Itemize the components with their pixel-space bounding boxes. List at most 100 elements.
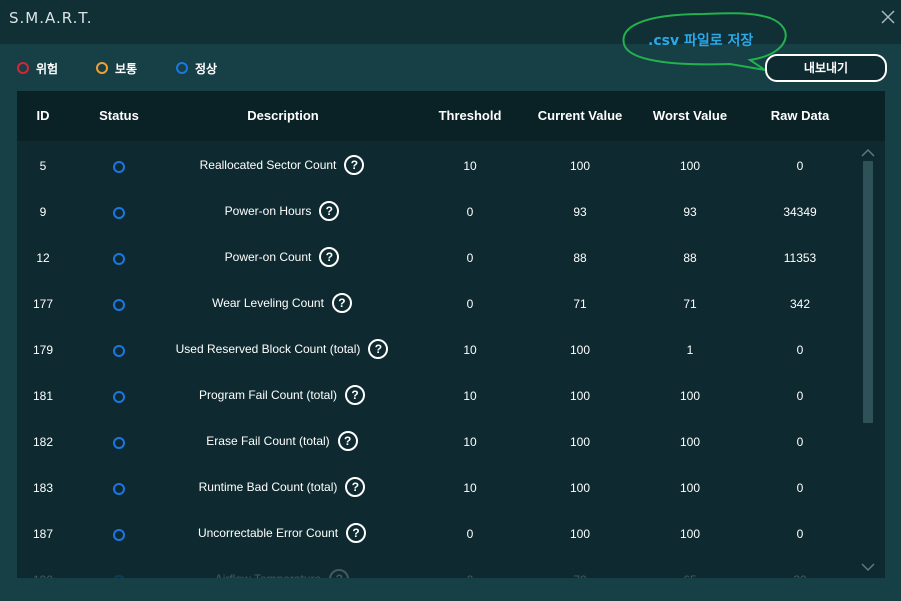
cell-worst-value: 88 bbox=[683, 251, 697, 265]
status-normal-icon bbox=[113, 437, 125, 449]
help-icon[interactable]: ? bbox=[337, 431, 358, 451]
cell-worst-value: 100 bbox=[679, 389, 701, 403]
cell-description: Erase Fail Count (total)? bbox=[157, 431, 407, 451]
cell-description: Reallocated Sector Count? bbox=[157, 155, 407, 175]
status-normal-icon bbox=[113, 483, 125, 495]
cell-raw-data: 0 bbox=[796, 527, 804, 541]
table-row[interactable]: 187 Uncorrectable Error Count? 0 100 100 0 bbox=[17, 513, 867, 559]
legend-label: 보통 bbox=[115, 61, 138, 76]
description-text: Power-on Hours bbox=[224, 204, 312, 218]
col-current-value: Current Value bbox=[537, 108, 623, 123]
cell-threshold: 0 bbox=[420, 573, 520, 578]
cell-threshold: 10 bbox=[463, 343, 477, 357]
status-normal-icon bbox=[113, 161, 125, 173]
description-text: Program Fail Count (total) bbox=[198, 388, 338, 402]
cell-description: Program Fail Count (total)? bbox=[157, 385, 407, 405]
table-row[interactable]: 183 Runtime Bad Count (total)? 10 100 100 0 bbox=[17, 467, 867, 513]
table-row[interactable]: 182 Erase Fail Count (total)? 10 100 100 0 bbox=[17, 421, 867, 467]
table-row[interactable]: 179 Used Reserved Block Count (total)? 10 1… bbox=[17, 329, 867, 375]
cell-worst-value: 1 bbox=[686, 343, 694, 357]
cell-id: 12 bbox=[36, 251, 50, 265]
cell-threshold: 0 bbox=[466, 251, 474, 265]
table-row[interactable]: 12 Power-on Count? 0 88 88 11353 bbox=[17, 237, 867, 283]
cell-description: Uncorrectable Error Count? bbox=[157, 523, 407, 543]
cell-id: 187 bbox=[32, 527, 54, 541]
table-row[interactable]: 177 Wear Leveling Count? 0 71 71 342 bbox=[17, 283, 867, 329]
table-row[interactable]: 181 Program Fail Count (total)? 10 100 100 0 bbox=[17, 375, 867, 421]
title-bar: S.M.A.R.T. bbox=[0, 0, 901, 44]
cell-description: Airflow Temperature? bbox=[157, 569, 407, 578]
scrollbar-thumb[interactable] bbox=[863, 161, 873, 423]
status-normal-icon bbox=[113, 391, 125, 403]
cell-worst-value: 100 bbox=[679, 159, 701, 173]
help-icon[interactable]: ? bbox=[345, 385, 366, 405]
cell-current-value: 71 bbox=[573, 297, 587, 311]
help-icon[interactable]: ? bbox=[368, 339, 389, 359]
description-text: Wear Leveling Count bbox=[212, 296, 324, 310]
legend-danger: 위험 bbox=[17, 58, 58, 78]
cell-id: 183 bbox=[32, 481, 54, 495]
cell-description: Wear Leveling Count? bbox=[157, 293, 407, 313]
description-text: Erase Fail Count (total) bbox=[206, 434, 330, 448]
cell-current-value: 100 bbox=[569, 527, 591, 541]
danger-dot-icon bbox=[17, 62, 29, 74]
cell-worst-value: 100 bbox=[679, 435, 701, 449]
cell-threshold: 10 bbox=[463, 159, 477, 173]
legend-normal: 보통 bbox=[96, 58, 137, 78]
status-normal-icon bbox=[113, 575, 125, 578]
description-text: Airflow Temperature bbox=[215, 572, 322, 578]
cell-threshold: 0 bbox=[466, 297, 474, 311]
cell-raw-data: 342 bbox=[789, 297, 811, 311]
scroll-up-icon[interactable] bbox=[861, 148, 875, 158]
cell-raw-data: 0 bbox=[796, 389, 804, 403]
help-icon[interactable]: ? bbox=[331, 293, 352, 313]
help-icon[interactable]: ? bbox=[319, 247, 340, 267]
cell-current-value: 88 bbox=[573, 251, 587, 265]
cell-threshold: 10 bbox=[463, 435, 477, 449]
cell-current-value: 93 bbox=[573, 205, 587, 219]
legend-label: 정상 bbox=[195, 61, 218, 76]
cell-id: 190 bbox=[17, 573, 69, 578]
caution-dot-icon bbox=[96, 62, 108, 74]
help-icon[interactable]: ? bbox=[345, 477, 366, 497]
status-normal-icon bbox=[113, 529, 125, 541]
col-status: Status bbox=[99, 108, 139, 123]
col-worst-value: Worst Value bbox=[652, 108, 728, 123]
table-row[interactable]: 190 Airflow Temperature? 0 70 65 30 bbox=[17, 559, 867, 578]
cell-raw-data: 0 bbox=[796, 159, 804, 173]
table-row[interactable]: 9 Power-on Hours? 0 93 93 34349 bbox=[17, 191, 867, 237]
cell-current-value: 100 bbox=[569, 159, 591, 173]
cell-worst-value: 100 bbox=[679, 527, 701, 541]
cell-threshold: 10 bbox=[463, 481, 477, 495]
cell-current-value: 100 bbox=[569, 481, 591, 495]
scroll-down-icon[interactable] bbox=[861, 562, 875, 572]
cell-threshold: 10 bbox=[463, 389, 477, 403]
cell-worst-value: 65 bbox=[640, 573, 740, 578]
help-icon[interactable]: ? bbox=[346, 523, 367, 543]
col-description: Description bbox=[247, 108, 319, 123]
table-row[interactable]: 5 Reallocated Sector Count? 10 100 100 0 bbox=[17, 145, 867, 191]
cell-worst-value: 93 bbox=[683, 205, 697, 219]
export-button[interactable]: 내보내기 bbox=[765, 54, 887, 82]
cell-threshold: 0 bbox=[466, 205, 474, 219]
help-icon[interactable]: ? bbox=[329, 569, 350, 578]
cell-raw-data: 34349 bbox=[783, 205, 817, 219]
help-icon[interactable]: ? bbox=[344, 155, 365, 175]
help-icon[interactable]: ? bbox=[319, 201, 340, 221]
cell-id: 9 bbox=[39, 205, 47, 219]
cell-description: Power-on Count? bbox=[157, 247, 407, 267]
description-text: Runtime Bad Count (total) bbox=[198, 480, 338, 494]
close-icon[interactable] bbox=[879, 8, 901, 30]
legend-label: 위험 bbox=[36, 61, 59, 76]
window-title: S.M.A.R.T. bbox=[9, 9, 93, 27]
good-dot-icon bbox=[176, 62, 188, 74]
csv-hint-text: .csv 파일로 저장 bbox=[648, 33, 754, 49]
cell-id: 181 bbox=[32, 389, 54, 403]
status-normal-icon bbox=[113, 299, 125, 311]
status-normal-icon bbox=[113, 207, 125, 219]
table-header: ID Status Description Threshold Current … bbox=[17, 91, 885, 141]
cell-raw-data: 0 bbox=[796, 343, 804, 357]
cell-worst-value: 100 bbox=[679, 481, 701, 495]
status-normal-icon bbox=[113, 345, 125, 357]
cell-current-value: 100 bbox=[569, 435, 591, 449]
